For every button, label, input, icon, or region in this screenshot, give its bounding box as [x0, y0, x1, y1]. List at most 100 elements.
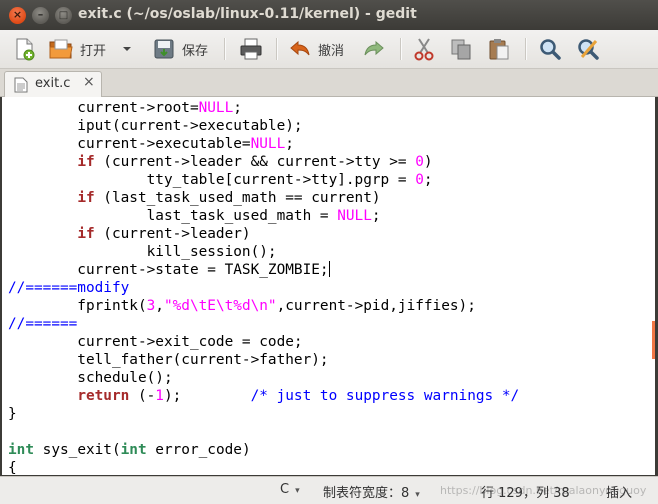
- minimize-icon: –: [37, 8, 44, 21]
- code-line[interactable]: current->executable=NULL;: [8, 135, 519, 153]
- copy-button[interactable]: [450, 35, 472, 63]
- code-token-plain: kill_session();: [8, 244, 277, 260]
- paste-button[interactable]: [488, 35, 510, 63]
- code-line[interactable]: //======: [8, 315, 519, 333]
- code-token-com: //======modify: [8, 280, 130, 296]
- toolbar: 打开 保存 撤消: [0, 30, 658, 69]
- code-line[interactable]: if (current->leader && current->tty >= 0…: [8, 153, 519, 171]
- code-line[interactable]: iput(current->executable);: [8, 117, 519, 135]
- tab-width-selector[interactable]: 制表符宽度：8 ▾: [323, 482, 420, 501]
- language-label: C: [280, 482, 290, 497]
- print-button[interactable]: [238, 35, 264, 63]
- toolbar-separator: [224, 38, 226, 60]
- code-line[interactable]: return (-1); /* just to suppress warning…: [8, 387, 519, 405]
- code-line[interactable]: fprintk(3,"%d\tE\t%d\n",current->pid,jif…: [8, 297, 519, 315]
- code-token-plain: }: [8, 406, 17, 422]
- code-token-plain: );: [163, 388, 251, 404]
- code-token-plain: tty_table[current->tty].pgrp =: [8, 172, 416, 188]
- code-line[interactable]: current->state = TASK_ZOMBIE;: [8, 261, 519, 279]
- code-token-plain: iput(current->pwd);: [8, 97, 242, 98]
- code-token-plain: schedule();: [8, 370, 173, 386]
- code-token-kw: if: [77, 226, 95, 242]
- code-token-plain: iput(current->executable);: [8, 118, 303, 134]
- code-token-plain: ;: [423, 172, 433, 188]
- insert-mode-indicator: 插入: [606, 486, 633, 501]
- toolbar-separator: [525, 38, 527, 60]
- folder-open-icon: [49, 39, 73, 59]
- redo-button[interactable]: [362, 35, 386, 63]
- code-line[interactable]: tell_father(current->father);: [8, 351, 519, 369]
- code-line[interactable]: if (last_task_used_math == current): [8, 189, 519, 207]
- code-token-plain: ;: [233, 100, 242, 116]
- undo-button[interactable]: 撤消: [288, 35, 344, 63]
- new-document-button[interactable]: [12, 35, 36, 63]
- code-token-plain: ,: [155, 298, 164, 314]
- chevron-down-icon: [123, 47, 131, 51]
- title-bar: × – □ exit.c (~/os/oslab/linux-0.11/kern…: [0, 0, 658, 30]
- close-icon: ×: [12, 8, 23, 21]
- code-token-const: 0: [415, 172, 424, 188]
- window-title: exit.c (~/os/oslab/linux-0.11/kernel) - …: [78, 6, 417, 22]
- code-text[interactable]: iput(current->pwd); current->root=NULL; …: [8, 97, 519, 475]
- code-token-const: NULL: [337, 208, 372, 224]
- close-window-button[interactable]: ×: [9, 7, 26, 24]
- cut-button[interactable]: [413, 35, 435, 63]
- save-button[interactable]: 保存: [152, 35, 208, 63]
- code-token-const: NULL: [198, 100, 234, 116]
- tab-exit-c[interactable]: exit.c ×: [4, 71, 102, 97]
- find-button[interactable]: [538, 35, 562, 63]
- code-token-plain: ,current->pid,jiffies);: [276, 298, 476, 314]
- code-token-plain: (-: [129, 388, 156, 404]
- code-line[interactable]: kill_session();: [8, 243, 519, 261]
- text-cursor: [328, 261, 330, 277]
- code-token-plain: ): [423, 154, 433, 170]
- text-file-icon: [14, 77, 28, 93]
- maximize-window-button[interactable]: □: [55, 7, 72, 24]
- code-token-plain: current->exit_code = code;: [8, 334, 303, 350]
- save-label: 保存: [182, 43, 209, 59]
- find-replace-icon: [578, 39, 599, 60]
- code-line[interactable]: //======modify: [8, 279, 519, 297]
- code-token-plain: error_code): [146, 442, 251, 458]
- code-line[interactable]: last_task_used_math = NULL;: [8, 207, 519, 225]
- cursor-position: 行 129，列 38: [481, 486, 570, 501]
- code-line[interactable]: }: [8, 405, 519, 423]
- search-icon: [540, 39, 561, 60]
- redo-arrow-icon: [364, 40, 384, 56]
- scroll-position-marker[interactable]: [652, 321, 655, 359]
- toolbar-separator: [400, 38, 402, 60]
- copy-icon: [451, 39, 471, 60]
- chevron-down-icon: ▾: [295, 486, 300, 496]
- tab-close-icon[interactable]: ×: [83, 74, 95, 90]
- code-token-kw: return: [77, 388, 130, 404]
- code-line[interactable]: current->root=NULL;: [8, 99, 519, 117]
- code-token-plain: fprintk(: [8, 298, 147, 314]
- maximize-icon: □: [58, 10, 69, 21]
- code-line[interactable]: current->exit_code = code;: [8, 333, 519, 351]
- printer-icon: [240, 38, 262, 60]
- code-token-const: NULL: [250, 136, 286, 152]
- code-token-const: 3: [146, 298, 156, 314]
- tab-label: exit.c: [35, 76, 71, 91]
- language-selector[interactable]: C ▾: [280, 482, 300, 497]
- code-line[interactable]: if (current->leader): [8, 225, 519, 243]
- code-token-com: //======: [8, 316, 78, 332]
- code-editor[interactable]: iput(current->pwd); current->root=NULL; …: [2, 97, 655, 475]
- code-line[interactable]: {: [8, 459, 519, 475]
- code-line[interactable]: schedule();: [8, 369, 519, 387]
- find-replace-button[interactable]: [576, 35, 600, 63]
- scissors-icon: [414, 38, 434, 61]
- code-token-plain: current->state = TASK_ZOMBIE;: [8, 262, 329, 278]
- code-token-kw: if: [77, 154, 95, 170]
- minimize-window-button[interactable]: –: [32, 7, 49, 24]
- code-line[interactable]: tty_table[current->tty].pgrp = 0;: [8, 171, 519, 189]
- open-recent-dropdown[interactable]: [122, 35, 132, 63]
- code-line[interactable]: [8, 423, 519, 441]
- open-button[interactable]: 打开: [48, 35, 106, 63]
- code-token-str: "%d\tE\t%d\n": [163, 298, 277, 314]
- code-token-com: /* just to suppress warnings */: [250, 388, 520, 404]
- code-line[interactable]: int sys_exit(int error_code): [8, 441, 519, 459]
